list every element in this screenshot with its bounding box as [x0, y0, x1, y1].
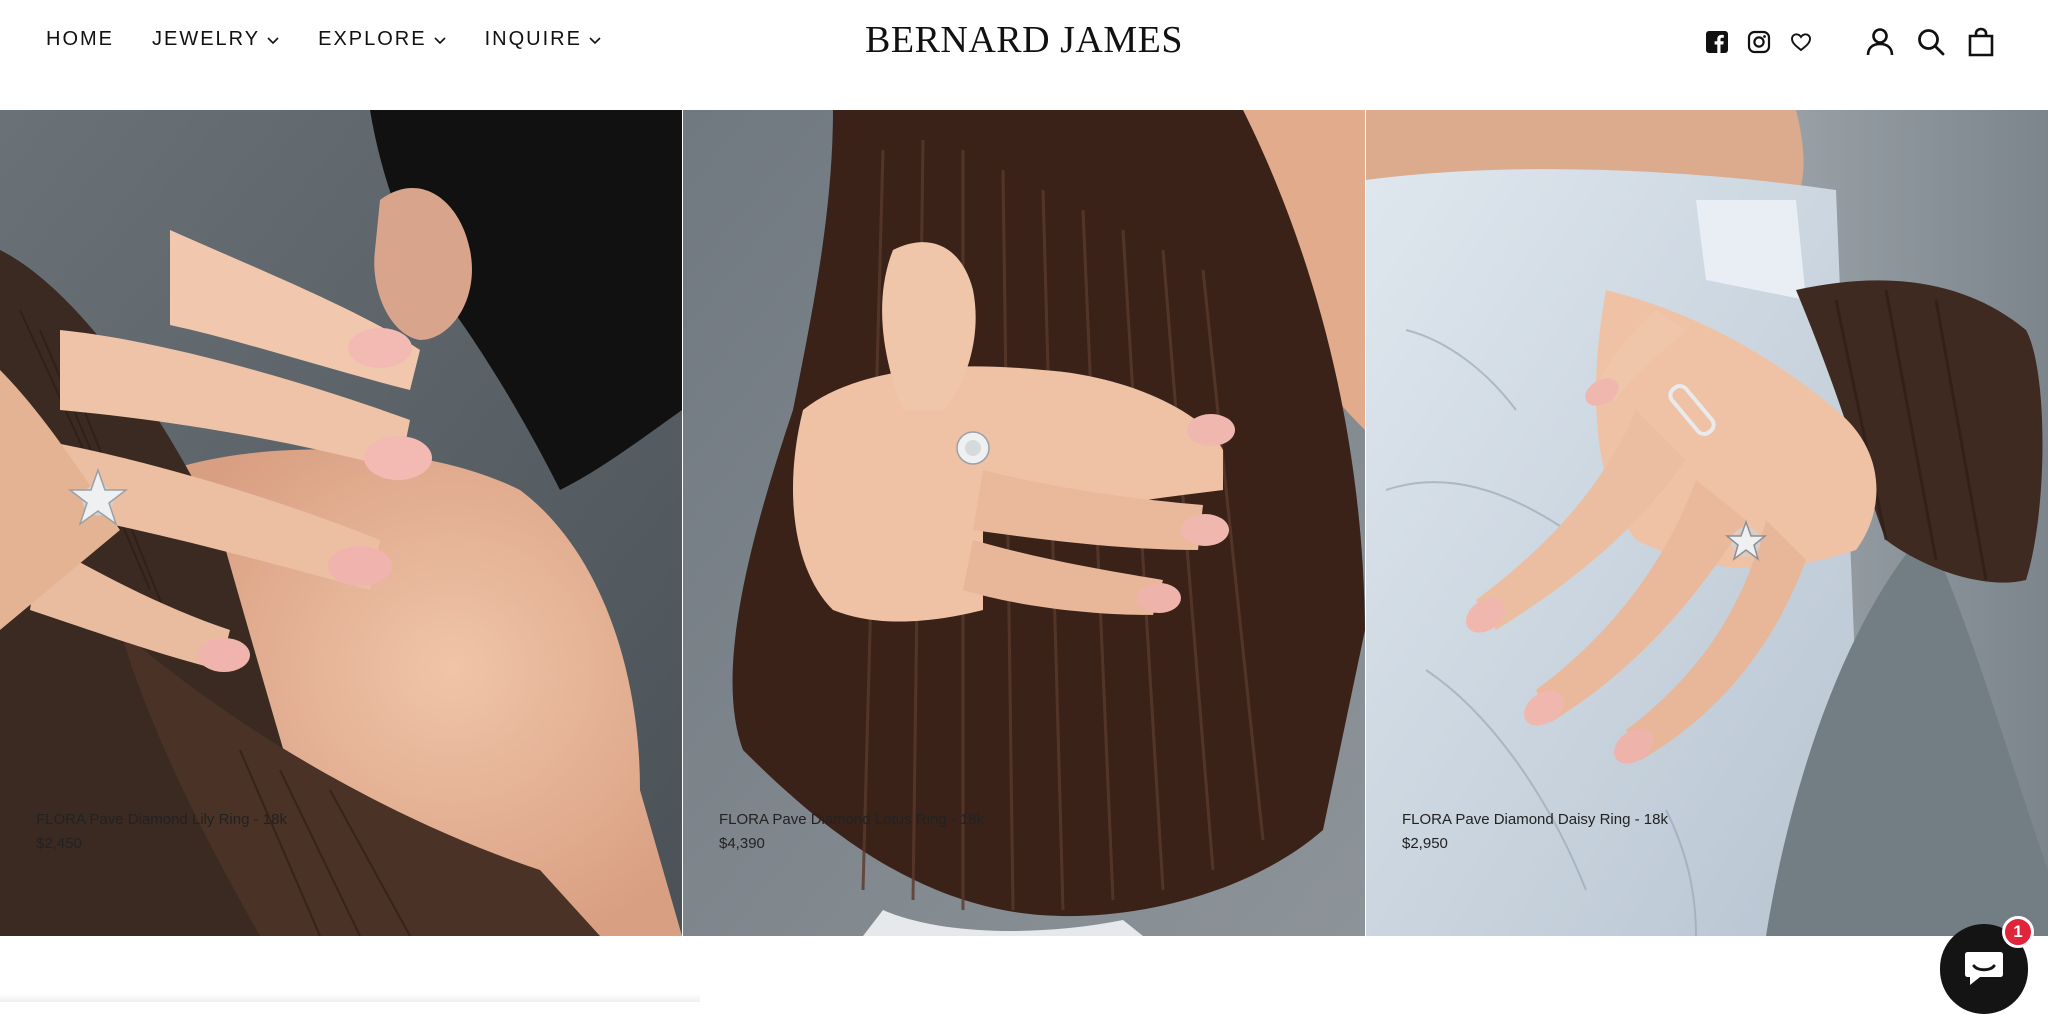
product-caption: FLORA Pave Diamond Lily Ring - 18k $2,45… [36, 808, 287, 856]
site-header: HOME JEWELRY EXPLORE INQUIRE BERNARD JAM… [0, 0, 2048, 110]
cart-icon[interactable] [1964, 25, 1998, 59]
product-name: FLORA Pave Diamond Lily Ring - 18k [36, 811, 287, 828]
chat-bubble-icon [1965, 952, 2003, 985]
product-price: $4,390 [719, 835, 765, 852]
product-card[interactable]: FLORA Pave Diamond Lotus Ring - 18k $4,3… [683, 110, 1365, 936]
brand-name[interactable]: BERNARD JAMES [865, 18, 1183, 62]
product-price: $2,450 [36, 835, 82, 852]
heart-icon[interactable] [1784, 25, 1818, 59]
product-caption: FLORA Pave Diamond Daisy Ring - 18k $2,9… [1402, 808, 1668, 856]
facebook-icon[interactable] [1700, 25, 1734, 59]
product-name: FLORA Pave Diamond Lotus Ring - 18k [719, 811, 985, 828]
next-section [0, 936, 2048, 1002]
header-icons [1700, 25, 2000, 61]
product-grid: FLORA Pave Diamond Lily Ring - 18k $2,45… [0, 110, 2048, 936]
product-price: $2,950 [1402, 835, 1448, 852]
search-icon[interactable] [1914, 25, 1948, 59]
section-shadow [0, 994, 700, 1002]
product-name: FLORA Pave Diamond Daisy Ring - 18k [1402, 811, 1668, 828]
instagram-icon[interactable] [1742, 25, 1776, 59]
chat-notification-badge: 1 [2002, 916, 2034, 948]
account-icon[interactable] [1863, 25, 1897, 59]
product-card[interactable]: FLORA Pave Diamond Lily Ring - 18k $2,45… [0, 110, 682, 936]
product-card[interactable]: FLORA Pave Diamond Daisy Ring - 18k $2,9… [1366, 110, 2048, 936]
product-caption: FLORA Pave Diamond Lotus Ring - 18k $4,3… [719, 808, 984, 856]
